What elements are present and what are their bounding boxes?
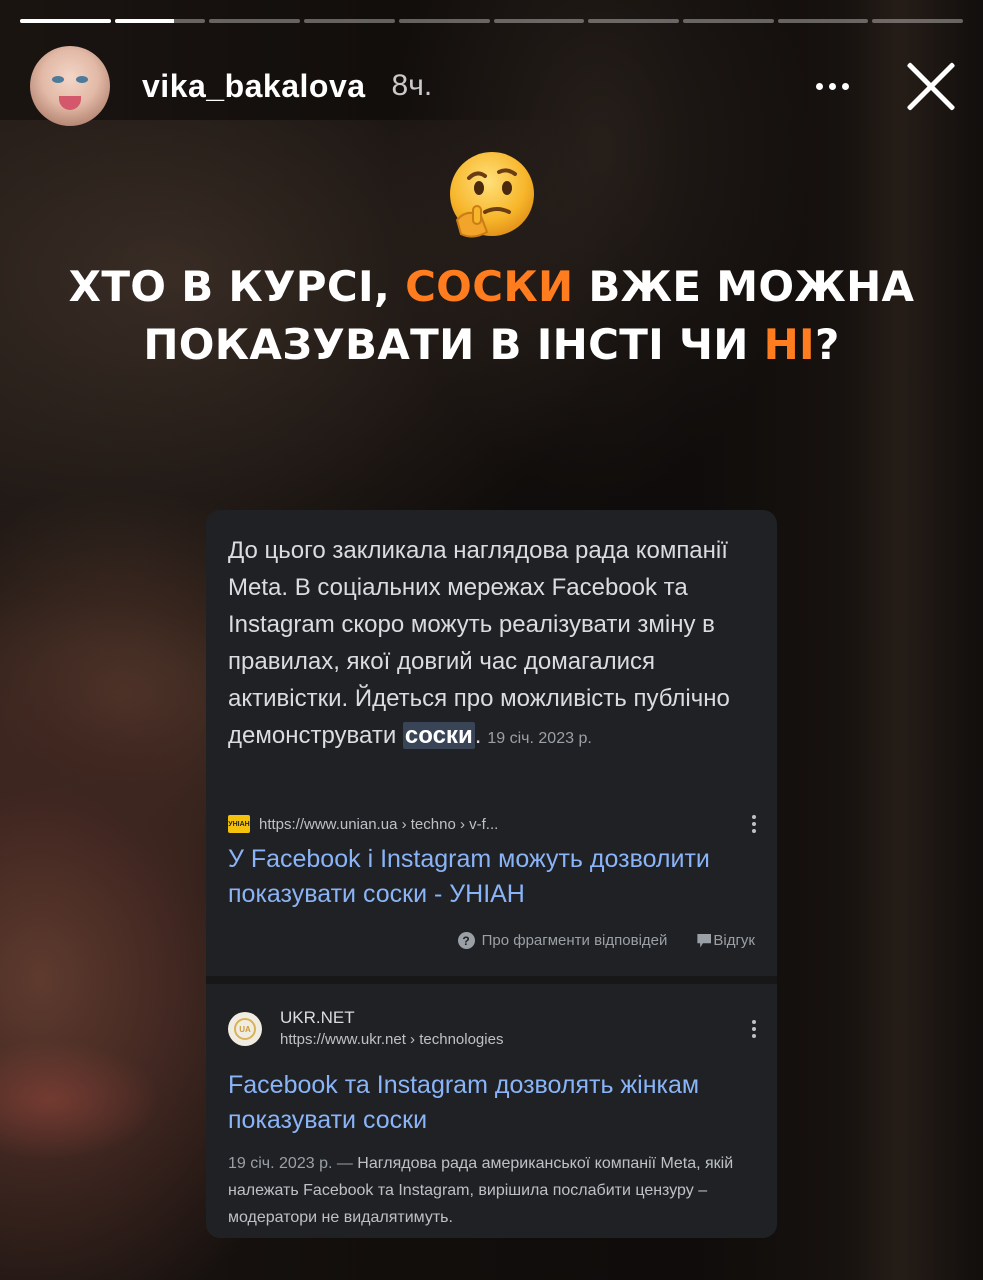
result2-title-link[interactable]: Facebook та Instagram дозволять жінкам п… xyxy=(228,1068,763,1138)
snippet-end: . xyxy=(474,722,482,749)
headline-text: ХТО В КУРСІ, xyxy=(68,262,406,311)
featured-snippet: До цього закликала наглядова рада компан… xyxy=(228,532,758,757)
story-progress-segment xyxy=(682,19,774,23)
story-progress-segment xyxy=(304,19,395,23)
thinking-face-emoji xyxy=(450,152,534,238)
dot xyxy=(841,82,849,90)
background-lips xyxy=(0,1040,160,1160)
avatar-eye xyxy=(52,76,64,83)
story-progress-segment xyxy=(588,19,679,23)
snippet-keyword: соски xyxy=(402,722,475,749)
avatar[interactable] xyxy=(30,46,110,126)
story-progress-segment xyxy=(398,19,490,23)
snippet-date: 19 січ. 2023 р. xyxy=(487,730,592,747)
unian-favicon-icon: УНІАН xyxy=(228,815,250,833)
snippet-text: До цього закликала наглядова рада компан… xyxy=(228,537,730,749)
dot xyxy=(828,82,836,90)
headline-line-1: ХТО В КУРСІ, СОСКИ ВЖЕ МОЖНА xyxy=(0,258,983,316)
result1-source: УНІАН https://www.unian.ua › techno › v-… xyxy=(228,815,758,833)
story-progress-fill xyxy=(114,19,174,23)
story-progress-segment xyxy=(777,19,869,23)
story-progress-fill xyxy=(20,19,111,23)
snippet-feedback-row: ? Про фрагменти відповідей Відгук xyxy=(206,932,755,949)
avatar-mouth xyxy=(59,96,81,110)
result2-url[interactable]: https://www.ukr.net › technologies xyxy=(280,1029,503,1051)
story-progress-segment xyxy=(493,19,585,23)
about-snippets-link[interactable]: Про фрагменти відповідей xyxy=(482,932,668,949)
help-icon: ? xyxy=(457,932,475,949)
story-progress-segment xyxy=(872,19,964,23)
story-header: vika_bakalova 8ч. xyxy=(30,44,959,128)
story-progress-segment xyxy=(20,19,111,23)
result2-dash: — xyxy=(332,1155,358,1172)
more-vertical-icon[interactable] xyxy=(750,1020,758,1038)
avatar-eye xyxy=(76,76,88,83)
result2-description: 19 січ. 2023 р. — Наглядова рада америка… xyxy=(228,1150,763,1231)
result2-site-name: UKR.NET xyxy=(280,1008,355,1027)
ukrnet-favicon-icon: UA xyxy=(228,1012,262,1046)
result1-title-link[interactable]: У Facebook і Instagram можуть дозволити … xyxy=(228,842,763,912)
headline-highlight: СОСКИ xyxy=(405,262,574,311)
favicon-text: UA xyxy=(234,1018,256,1040)
story-progress-bar xyxy=(20,19,964,23)
more-vertical-icon[interactable] xyxy=(750,815,758,833)
dot xyxy=(815,82,823,90)
headline-text: ? xyxy=(815,320,840,369)
more-horizontal-icon[interactable] xyxy=(809,66,855,106)
story-progress-segment xyxy=(114,19,206,23)
story-headline: ХТО В КУРСІ, СОСКИ ВЖЕ МОЖНА ПОКАЗУВАТИ … xyxy=(0,258,983,374)
result1-url[interactable]: https://www.unian.ua › techno › v-f... xyxy=(259,816,498,833)
result-divider xyxy=(206,976,777,984)
story-progress-segment xyxy=(209,19,301,23)
headline-highlight: НІ xyxy=(763,320,815,369)
result2-meta: UKR.NET https://www.ukr.net › technologi… xyxy=(280,1007,503,1051)
post-time: 8ч. xyxy=(391,69,433,102)
background-right-shadow xyxy=(843,0,983,1280)
feedback-link[interactable]: Відгук xyxy=(713,932,755,949)
result2-source: UA UKR.NET https://www.ukr.net › technol… xyxy=(228,1007,758,1051)
username[interactable]: vika_bakalova xyxy=(142,68,366,105)
result2-date: 19 січ. 2023 р. xyxy=(228,1155,333,1172)
headline-line-2: ПОКАЗУВАТИ В ІНСТІ ЧИ НІ? xyxy=(0,316,983,374)
close-icon[interactable] xyxy=(903,58,959,114)
search-result-screenshot: До цього закликала наглядова рада компан… xyxy=(206,510,777,1238)
feedback-flag-icon xyxy=(697,933,712,948)
headline-text: ВЖЕ МОЖНА xyxy=(573,262,915,311)
headline-text: ПОКАЗУВАТИ В ІНСТІ ЧИ xyxy=(143,320,764,369)
